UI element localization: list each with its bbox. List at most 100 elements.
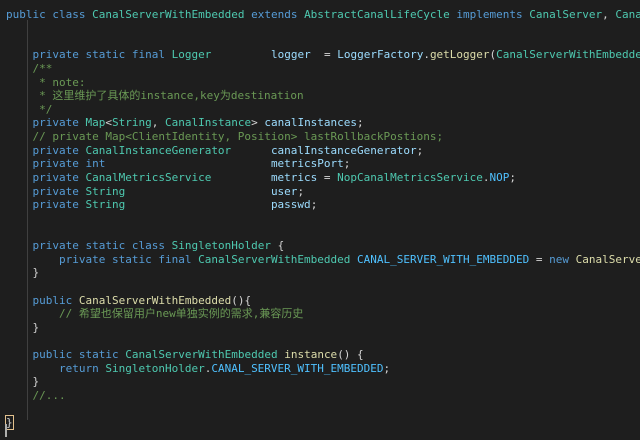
code-token: instance [284, 348, 338, 361]
code-line: * 这里维护了具体的instance,key为destination [6, 89, 304, 103]
code-line: } [6, 266, 39, 280]
code-token: > [251, 116, 265, 130]
code-token: static [111, 252, 152, 266]
code-token: private [32, 198, 79, 212]
code-token: . [423, 48, 430, 62]
code-token: CanalServerWithEmbedded [198, 252, 351, 266]
code-token: passwd [270, 198, 311, 212]
code-line: private CanalInstanceGenerator canalInst… [6, 143, 424, 158]
code-token: private [32, 239, 79, 253]
code-token: canalInstanceGenerator [270, 143, 417, 157]
code-token: // private Map<ClientIdentity, Position>… [6, 130, 444, 144]
code-token: CanalServer [529, 7, 603, 21]
code-line: } [6, 321, 39, 335]
code-token: logger [270, 48, 311, 62]
code-line: public static CanalServerWithEmbedded in… [6, 348, 364, 362]
code-token: canalInstances [264, 116, 358, 130]
code-token: CanalServerWithEmbedded [496, 48, 640, 62]
code-token: private [32, 184, 79, 198]
code-token: CANAL_SERVER_WITH_EMBEDDED [211, 361, 384, 375]
code-token: * note: [6, 75, 86, 89]
code-line: private Map<String, CanalInstance> canal… [6, 116, 364, 130]
code-line: private String passwd; [6, 198, 318, 212]
code-line: return SingletonHolder.CANAL_SERVER_WITH… [6, 362, 390, 376]
code-token: private [32, 157, 79, 171]
code-token: < [105, 116, 112, 130]
code-token: SingletonHolder [105, 361, 205, 375]
code-line: /** [6, 62, 52, 76]
code-token: private [32, 143, 79, 157]
code-token: ; [416, 143, 424, 157]
code-token: user [270, 184, 298, 198]
code-token: private [32, 170, 79, 184]
code-token: SingletonHolder [171, 239, 271, 253]
code-line: // 希望也保留用户new单独实例的需求,兼容历史 [6, 307, 303, 321]
code-token: = [310, 48, 338, 62]
code-token: */ [6, 102, 53, 116]
code-token: . [482, 170, 490, 184]
code-token: extends [251, 7, 298, 21]
code-token: // 希望也保留用户new单独实例的需求,兼容历史 [6, 307, 304, 321]
code-token: ; [509, 170, 516, 184]
code-editor[interactable]: public class CanalServerWithEmbedded ext… [0, 0, 640, 440]
code-token: { [270, 239, 285, 253]
code-token: } [6, 320, 40, 334]
code-line: private static final CanalServerWithEmbe… [6, 253, 640, 267]
code-token: , [602, 7, 616, 21]
code-token: CANAL_SERVER_WITH_EMBEDDED [357, 252, 530, 266]
code-token: static [78, 348, 119, 361]
code-token: CanalInstance [164, 116, 252, 130]
code-token: AbstractCanalLifeCycle [304, 7, 450, 21]
code-token: new [549, 252, 569, 266]
code-token: public [32, 348, 73, 361]
code-token: CanalServerWithEmbedded [575, 252, 640, 266]
code-token: final [131, 48, 165, 62]
code-token: String [111, 116, 152, 130]
code-token: = [317, 170, 338, 184]
code-token: implements [456, 7, 523, 21]
code-token: private [32, 116, 79, 130]
code-token: static [85, 239, 126, 253]
code-token: LoggerFactory [337, 48, 424, 62]
code-line: * note: [6, 76, 85, 90]
code-token: Logger [171, 48, 212, 62]
code-token: ; [297, 184, 305, 198]
code-token: metrics [270, 170, 318, 184]
code-token: * 这里维护了具体的instance,key为destination [6, 89, 304, 103]
code-token: public [6, 7, 46, 21]
code-line: // private Map<ClientIdentity, Position>… [6, 130, 443, 144]
code-token: CanalServerWithEmbedded [92, 7, 245, 21]
code-line: private int metricsPort; [6, 157, 351, 171]
code-token: ; [383, 361, 391, 375]
code-token: metricsPort [270, 157, 344, 171]
code-token: String [85, 198, 126, 212]
code-token: ; [343, 157, 351, 171]
code-token: () { [337, 348, 364, 361]
code-token: //... [6, 388, 66, 402]
code-line: private String user; [6, 184, 305, 199]
code-token: = [529, 252, 550, 266]
code-token: (){ [231, 293, 252, 307]
code-token: class [131, 239, 165, 253]
code-line: */ [6, 103, 52, 117]
